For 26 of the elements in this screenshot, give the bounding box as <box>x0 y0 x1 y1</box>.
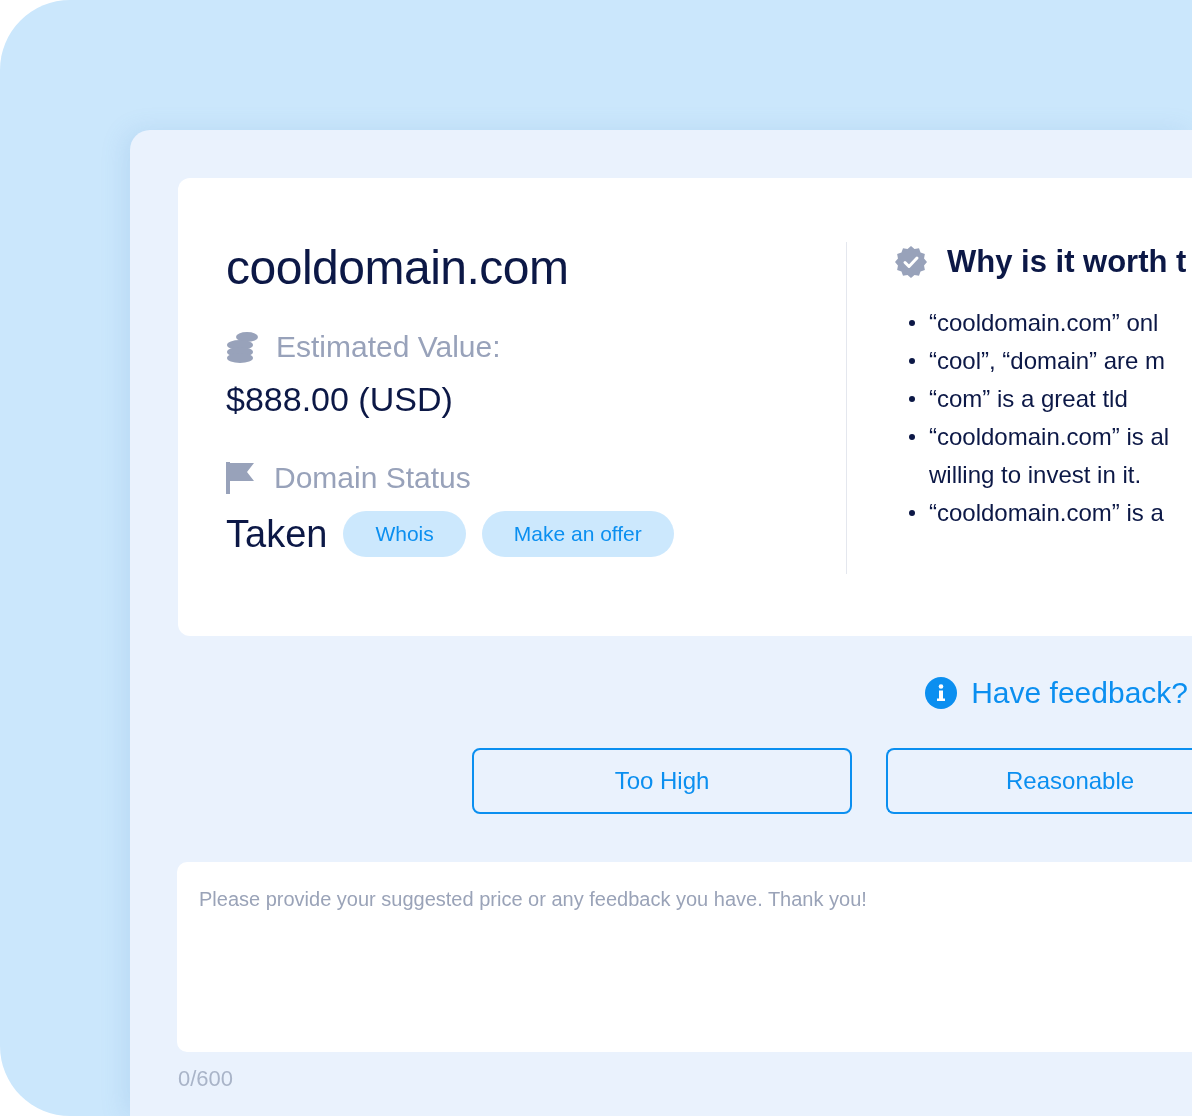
reason-text: “com” is a great tld <box>929 384 1128 414</box>
feedback-field[interactable]: Please provide your suggested price or any feedback you have. Thank you! <box>177 862 1192 1052</box>
bullet-dot <box>909 510 915 516</box>
make-offer-button[interactable]: Make an offer <box>481 511 674 557</box>
whois-button[interactable]: Whois <box>343 511 466 557</box>
estimated-value-label: Estimated Value: <box>276 330 501 364</box>
reason-text: “cooldomain.com” is a <box>929 498 1164 528</box>
bullet-dot <box>909 434 915 440</box>
section-title: Why is it worth t <box>947 244 1187 280</box>
character-counter: 0/600 <box>178 1066 234 1092</box>
domain-name: cooldomain.com <box>226 240 570 296</box>
reason-text: “cooldomain.com” onl <box>929 308 1159 338</box>
info-icon <box>925 677 958 709</box>
feedback-title: Have feedback? <box>971 676 1188 710</box>
bullet-dot <box>909 358 915 364</box>
domain-status-label: Domain Status <box>274 461 471 495</box>
feedback-option-button[interactable]: Reasonable <box>886 748 1192 814</box>
estimated-value: $888.00 (USD) <box>226 380 454 419</box>
bullet-dot <box>909 396 915 402</box>
feedback-option-button[interactable]: Too High <box>472 748 852 814</box>
domain-status: Taken <box>226 512 328 556</box>
bullet-dot <box>909 320 915 326</box>
verified-badge-icon <box>895 246 927 278</box>
coins-icon <box>226 331 260 363</box>
reason-text: “cool”, “domain” are m <box>929 346 1166 376</box>
reason-text: “cooldomain.com” is al willing to invest in it. <box>929 422 1170 490</box>
